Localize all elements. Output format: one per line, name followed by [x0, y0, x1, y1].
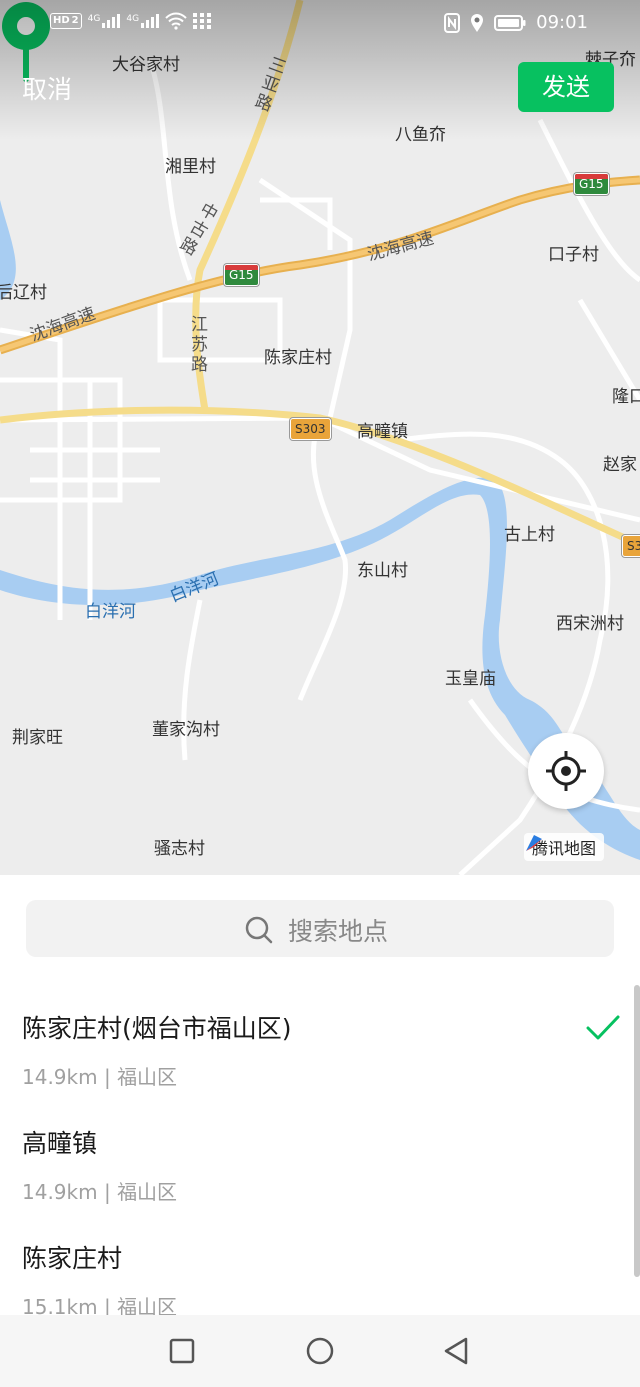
river-label: 白洋河	[85, 602, 136, 622]
location-icon	[471, 13, 484, 32]
highway-shield: G15	[224, 264, 259, 286]
place-label: 湘里村	[165, 157, 216, 177]
place-label: 西宋洲村	[556, 614, 624, 634]
system-nav-bar	[0, 1315, 640, 1387]
place-label: 赵家	[603, 455, 637, 475]
nfc-icon	[444, 12, 461, 33]
expressway	[0, 175, 640, 355]
status-time: 09:01	[536, 12, 588, 33]
crosshair-icon	[546, 751, 586, 791]
road-shield: S3	[622, 535, 640, 557]
tencent-map-icon	[526, 835, 542, 851]
cancel-button[interactable]: 取消	[22, 70, 72, 106]
list-item-title: 陈家庄村(烟台市福山区)	[22, 1014, 292, 1043]
place-label: 荆家旺	[12, 728, 63, 748]
apps-grid-icon	[193, 13, 212, 29]
checkmark-icon	[586, 1015, 620, 1040]
place-label: 东山村	[357, 561, 408, 581]
place-label: 隆口	[612, 387, 640, 407]
place-label: 后辽村	[0, 283, 47, 303]
road-shield: S303	[290, 418, 331, 440]
place-label: 高疃镇	[357, 422, 408, 442]
home-circle-icon[interactable]	[304, 1335, 336, 1367]
location-list-sheet: 搜索地点 陈家庄村(烟台市福山区) 14.9km | 福山区 高疃镇 14.9k…	[0, 875, 640, 1319]
map-provider-logo: 腾讯地图	[524, 833, 605, 861]
road-label: 江苏路	[191, 315, 208, 375]
list-item[interactable]: 陈家庄村 15.1km | 福山区	[0, 1215, 640, 1330]
send-button[interactable]: 发送	[518, 62, 614, 112]
place-label: 口子村	[548, 245, 599, 265]
search-bar[interactable]: 搜索地点	[26, 900, 614, 957]
signal-4g-icon: 4G	[126, 14, 160, 28]
list-item-title: 陈家庄村	[22, 1244, 123, 1273]
place-label: 玉皇庙	[445, 669, 496, 689]
place-label: 大谷家村	[112, 55, 180, 75]
place-label: 骚志村	[154, 839, 205, 859]
signal-4g-icon: 4G	[88, 14, 121, 28]
place-label: 陈家庄村	[264, 348, 332, 368]
list-item[interactable]: 高疃镇 14.9km | 福山区	[0, 1100, 640, 1215]
map-view[interactable]: 大谷家村 八鱼夼 湘里村 口子村 后辽村 陈家庄村 高疃镇 隆口 赵家 古上村 …	[0, 0, 640, 875]
wifi-icon	[165, 12, 187, 30]
search-icon	[245, 916, 273, 944]
recents-square-icon[interactable]	[166, 1335, 198, 1367]
scrollbar[interactable]	[634, 985, 640, 1277]
place-label: 董家沟村	[152, 720, 220, 740]
place-label: 古上村	[504, 525, 555, 545]
list-item[interactable]: 陈家庄村(烟台市福山区) 14.9km | 福山区	[0, 985, 640, 1100]
highway-shield: G15	[574, 173, 609, 195]
place-label: 八鱼夼	[395, 125, 446, 145]
list-item-title: 高疃镇	[22, 1129, 98, 1158]
search-input[interactable]: 搜索地点	[288, 912, 388, 948]
status-bar: HD 2 4G 4G 09:01	[0, 0, 640, 48]
locate-me-button[interactable]	[528, 733, 604, 809]
list-item-subtitle: 14.9km | 福山区	[22, 1180, 178, 1204]
hd-icon: HD 2	[50, 13, 82, 29]
list-item-subtitle: 14.9km | 福山区	[22, 1065, 178, 1089]
back-triangle-icon[interactable]	[440, 1335, 472, 1367]
battery-icon	[494, 14, 526, 31]
